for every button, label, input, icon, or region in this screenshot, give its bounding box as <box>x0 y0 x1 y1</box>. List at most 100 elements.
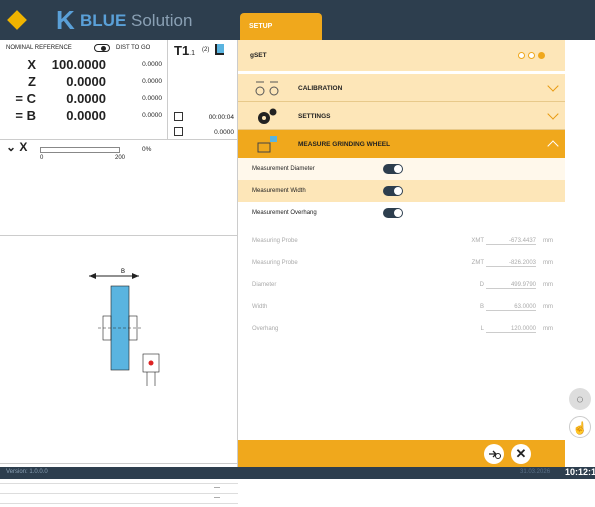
axis-row-x: X 100.0000 0.0000 <box>0 57 168 73</box>
chevron-down-icon <box>547 80 559 92</box>
feed-icon <box>174 127 183 136</box>
axis-value: 0.0000 <box>66 108 106 123</box>
section-measure-grinding-wheel[interactable]: MEASURE GRINDING WHEEL <box>238 130 565 158</box>
section-title: SETTINGS <box>298 113 331 120</box>
wheel-drawing: B <box>0 236 238 464</box>
side-toolbar: ◌ ☝ <box>565 40 595 467</box>
date-text: 31.03.2026 <box>520 469 551 475</box>
progress-min: 0 <box>40 155 44 161</box>
lightbulb-icon[interactable]: ◌ <box>569 388 591 410</box>
dim-label: B <box>121 269 125 275</box>
list-item: --- <box>0 494 238 504</box>
measure-unit: mm <box>543 238 553 244</box>
timer-icon <box>174 112 183 121</box>
dim-arrow-right <box>132 273 139 279</box>
tool-sub: .1 <box>189 50 196 57</box>
gset-title: gSET <box>250 52 267 59</box>
measure-axis: L <box>480 326 484 332</box>
measurement-width-toggle[interactable] <box>383 186 403 196</box>
warning-logo-icon <box>7 10 27 30</box>
measure-label: Measuring Probe <box>252 260 298 266</box>
section-title: MEASURE GRINDING WHEEL <box>298 141 391 148</box>
measure-unit: mm <box>543 260 553 266</box>
tool-label: T1.1 <box>174 43 195 58</box>
toggle-label: Measurement Overhang <box>252 210 317 216</box>
dim-arrow-left <box>89 273 96 279</box>
toggle-label: Measurement Width <box>252 188 306 194</box>
axis-row-b: = B 0.0000 0.0000 <box>0 108 168 124</box>
measurement-overhang-toggle[interactable] <box>383 208 403 218</box>
measure-label: Measuring Probe <box>252 238 298 244</box>
axis-name: Z <box>28 74 36 89</box>
cycle-time: 00:00:04 <box>208 114 234 121</box>
gset-header: gSET <box>238 40 565 71</box>
left-panel: NOMINAL REFERENCE DIST TO GO X 100.0000 … <box>0 40 238 504</box>
axis-dtg: 0.0000 <box>142 112 162 119</box>
measure-axis: XMT <box>471 238 484 244</box>
measure-unit: mm <box>543 282 553 288</box>
toggle-row-width: Measurement Width <box>238 180 565 202</box>
section-settings[interactable]: SETTINGS <box>238 102 565 130</box>
axis-dtg: 0.0000 <box>142 95 162 102</box>
measure-axis: B <box>479 304 484 310</box>
dro-header-dtg: DIST TO GO <box>116 45 151 51</box>
tool-id: T1 <box>174 43 190 58</box>
dro-panel: NOMINAL REFERENCE DIST TO GO X 100.0000 … <box>0 40 168 140</box>
axis-name: = C <box>15 91 36 106</box>
setup-footer: ✕ <box>238 440 565 467</box>
measure-wheel-icon <box>252 134 282 154</box>
section-title: CALIBRATION <box>298 85 343 92</box>
measure-apply-icon <box>489 450 501 459</box>
section-calibration[interactable]: CALIBRATION <box>238 74 565 102</box>
progress-max: 200 <box>115 155 126 161</box>
list-item: --- <box>0 484 238 494</box>
axis-value: 100.0000 <box>51 57 106 72</box>
measure-value: 63.0000 <box>486 304 536 311</box>
step-dot[interactable] <box>518 52 525 59</box>
k-logo-icon: K <box>56 5 75 35</box>
clock-text: 10:12:16 <box>565 467 595 477</box>
wheel-diagram: B <box>89 269 160 386</box>
axis-name: X <box>27 57 36 72</box>
tool-panel: T1.1 (2) 00:00:04 0.0000 <box>168 40 238 140</box>
measure-row: Measuring Probe ZMT -826.2003 mm <box>238 252 565 274</box>
brand-blue: BLUE <box>80 11 127 30</box>
measure-row: Diameter D 499.9790 mm <box>238 274 565 296</box>
hand-pointer-icon[interactable]: ☝ <box>569 416 591 438</box>
measure-unit: mm <box>543 326 553 332</box>
cancel-button[interactable]: ✕ <box>511 444 531 464</box>
calibration-icon <box>252 78 282 98</box>
measure-row: Width B 63.0000 mm <box>238 296 565 318</box>
apply-measure-button[interactable] <box>484 444 504 464</box>
measure-axis: D <box>479 282 484 288</box>
progress-percent: 0% <box>142 146 152 153</box>
setup-panel: gSET CALIBRATION SETTINGS MEASURE GRINDI… <box>238 40 565 467</box>
tab-setup[interactable]: SETUP <box>240 13 322 40</box>
axis-dtg: 0.0000 <box>142 78 162 85</box>
message-text: --- <box>214 495 220 501</box>
toggle-label: Measurement Diameter <box>252 166 315 172</box>
axis-dtg: 0.0000 <box>142 61 162 68</box>
step-dot-active[interactable] <box>538 52 545 59</box>
chevron-up-icon <box>547 140 559 152</box>
feed-row: 0.0000 <box>172 127 234 139</box>
axis-progress: ⌄ X 0 200 0% <box>0 140 238 236</box>
measure-row: Measuring Probe XMT -673.4437 mm <box>238 230 565 252</box>
axis-row-c: = C 0.0000 0.0000 <box>0 91 168 107</box>
measure-value: 120.0000 <box>486 326 536 333</box>
step-dot[interactable] <box>528 52 535 59</box>
measure-unit: mm <box>543 304 553 310</box>
tool-icon <box>215 44 224 55</box>
top-bar: K BLUE Solution SETUP <box>0 0 595 40</box>
app-brand: BLUE Solution <box>80 11 192 31</box>
dro-header-nominal: NOMINAL REFERENCE <box>6 45 72 51</box>
measurement-diameter-toggle[interactable] <box>383 164 403 174</box>
settings-gears-icon <box>252 106 282 126</box>
toggle-row-diameter: Measurement Diameter <box>238 158 565 180</box>
measure-label: Diameter <box>252 282 277 288</box>
dist-to-go-toggle[interactable] <box>94 44 110 52</box>
measure-label: Overhang <box>252 326 279 332</box>
axis-value: 0.0000 <box>66 91 106 106</box>
version-text: Version: 1.0.0.0 <box>6 469 48 475</box>
measure-value: 499.9790 <box>486 282 536 289</box>
